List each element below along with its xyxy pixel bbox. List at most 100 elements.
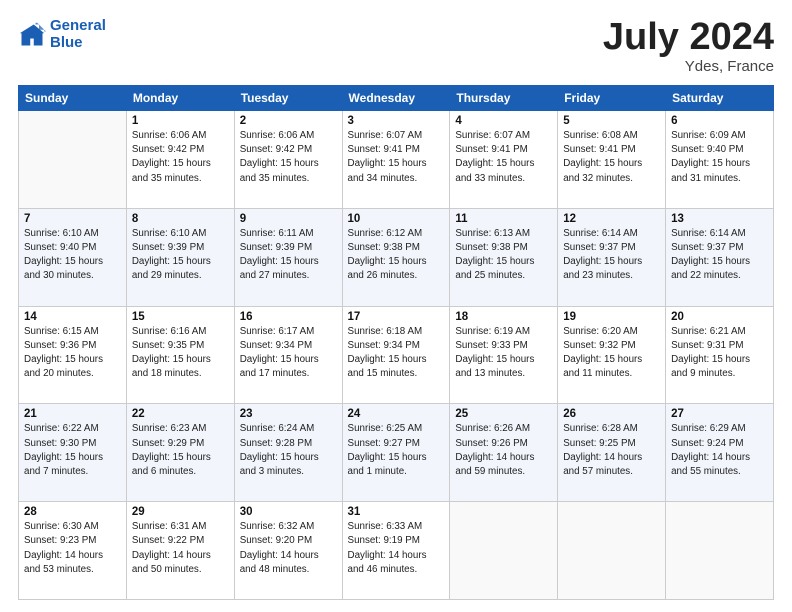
table-row: 23 Sunrise: 6:24 AM Sunset: 9:28 PM Dayli… bbox=[234, 404, 342, 502]
logo-icon bbox=[18, 21, 46, 49]
header: General Blue July 2024 Ydes, France bbox=[18, 18, 774, 75]
day-number: 21 bbox=[24, 408, 121, 420]
table-row: 26 Sunrise: 6:28 AM Sunset: 9:25 PM Dayli… bbox=[558, 404, 666, 502]
day-info: Sunrise: 6:07 AM Sunset: 9:41 PM Dayligh… bbox=[348, 129, 445, 186]
day-number: 7 bbox=[24, 213, 121, 225]
day-number: 5 bbox=[563, 115, 660, 127]
table-row: 31 Sunrise: 6:33 AM Sunset: 9:19 PM Dayli… bbox=[342, 502, 450, 600]
day-number: 25 bbox=[455, 408, 552, 420]
day-number: 3 bbox=[348, 115, 445, 127]
table-row: 13 Sunrise: 6:14 AM Sunset: 9:37 PM Dayli… bbox=[666, 208, 774, 306]
col-wednesday: Wednesday bbox=[342, 86, 450, 111]
day-info: Sunrise: 6:11 AM Sunset: 9:39 PM Dayligh… bbox=[240, 227, 337, 284]
day-info: Sunrise: 6:06 AM Sunset: 9:42 PM Dayligh… bbox=[240, 129, 337, 186]
day-info: Sunrise: 6:09 AM Sunset: 9:40 PM Dayligh… bbox=[671, 129, 768, 186]
day-info: Sunrise: 6:21 AM Sunset: 9:31 PM Dayligh… bbox=[671, 325, 768, 382]
day-number: 31 bbox=[348, 506, 445, 518]
day-info: Sunrise: 6:10 AM Sunset: 9:39 PM Dayligh… bbox=[132, 227, 229, 284]
table-row: 24 Sunrise: 6:25 AM Sunset: 9:27 PM Dayli… bbox=[342, 404, 450, 502]
day-number: 1 bbox=[132, 115, 229, 127]
day-number: 27 bbox=[671, 408, 768, 420]
day-info: Sunrise: 6:10 AM Sunset: 9:40 PM Dayligh… bbox=[24, 227, 121, 284]
table-row: 15Sunrise: 6:16 AM Sunset: 9:35 PM Dayli… bbox=[126, 306, 234, 404]
table-row: 3 Sunrise: 6:07 AM Sunset: 9:41 PM Daylig… bbox=[342, 111, 450, 209]
col-monday: Monday bbox=[126, 86, 234, 111]
day-number: 9 bbox=[240, 213, 337, 225]
table-row: 11 Sunrise: 6:13 AM Sunset: 9:38 PM Dayli… bbox=[450, 208, 558, 306]
day-info: Sunrise: 6:31 AM Sunset: 9:22 PM Dayligh… bbox=[132, 520, 229, 577]
table-row: 10Sunrise: 6:12 AM Sunset: 9:38 PM Dayli… bbox=[342, 208, 450, 306]
day-info: Sunrise: 6:28 AM Sunset: 9:25 PM Dayligh… bbox=[563, 422, 660, 479]
table-row: 19 Sunrise: 6:20 AM Sunset: 9:32 PM Dayli… bbox=[558, 306, 666, 404]
day-info: Sunrise: 6:13 AM Sunset: 9:38 PM Dayligh… bbox=[455, 227, 552, 284]
col-saturday: Saturday bbox=[666, 86, 774, 111]
table-row: 27 Sunrise: 6:29 AM Sunset: 9:24 PM Dayli… bbox=[666, 404, 774, 502]
table-row bbox=[19, 111, 127, 209]
calendar-table: Sunday Monday Tuesday Wednesday Thursday… bbox=[18, 85, 774, 600]
day-number: 13 bbox=[671, 213, 768, 225]
table-row: 30 Sunrise: 6:32 AM Sunset: 9:20 PM Dayli… bbox=[234, 502, 342, 600]
day-number: 20 bbox=[671, 311, 768, 323]
calendar-header-row: Sunday Monday Tuesday Wednesday Thursday… bbox=[19, 86, 774, 111]
table-row: 7 Sunrise: 6:10 AM Sunset: 9:40 PM Daylig… bbox=[19, 208, 127, 306]
table-row: 4 Sunrise: 6:07 AM Sunset: 9:41 PM Daylig… bbox=[450, 111, 558, 209]
day-number: 11 bbox=[455, 213, 552, 225]
day-number: 29 bbox=[132, 506, 229, 518]
day-number: 6 bbox=[671, 115, 768, 127]
day-number: 14 bbox=[24, 311, 121, 323]
table-row: 1 Sunrise: 6:06 AM Sunset: 9:42 PM Daylig… bbox=[126, 111, 234, 209]
table-row bbox=[450, 502, 558, 600]
day-info: Sunrise: 6:14 AM Sunset: 9:37 PM Dayligh… bbox=[671, 227, 768, 284]
day-info: Sunrise: 6:25 AM Sunset: 9:27 PM Dayligh… bbox=[348, 422, 445, 479]
day-info: Sunrise: 6:18 AM Sunset: 9:34 PM Dayligh… bbox=[348, 325, 445, 382]
title-month: July 2024 bbox=[603, 18, 774, 56]
table-row bbox=[558, 502, 666, 600]
table-row: 12 Sunrise: 6:14 AM Sunset: 9:37 PM Dayli… bbox=[558, 208, 666, 306]
title-block: July 2024 Ydes, France bbox=[603, 18, 774, 75]
table-row: 20 Sunrise: 6:21 AM Sunset: 9:31 PM Dayli… bbox=[666, 306, 774, 404]
day-info: Sunrise: 6:32 AM Sunset: 9:20 PM Dayligh… bbox=[240, 520, 337, 577]
day-info: Sunrise: 6:26 AM Sunset: 9:26 PM Dayligh… bbox=[455, 422, 552, 479]
day-info: Sunrise: 6:17 AM Sunset: 9:34 PM Dayligh… bbox=[240, 325, 337, 382]
day-number: 24 bbox=[348, 408, 445, 420]
page: General Blue July 2024 Ydes, France Sund… bbox=[0, 0, 792, 612]
table-row: 18 Sunrise: 6:19 AM Sunset: 9:33 PM Dayli… bbox=[450, 306, 558, 404]
table-row: 5Sunrise: 6:08 AM Sunset: 9:41 PM Daylig… bbox=[558, 111, 666, 209]
day-number: 4 bbox=[455, 115, 552, 127]
table-row: 29 Sunrise: 6:31 AM Sunset: 9:22 PM Dayli… bbox=[126, 502, 234, 600]
table-row: 17 Sunrise: 6:18 AM Sunset: 9:34 PM Dayli… bbox=[342, 306, 450, 404]
table-row: 9 Sunrise: 6:11 AM Sunset: 9:39 PM Daylig… bbox=[234, 208, 342, 306]
day-number: 17 bbox=[348, 311, 445, 323]
day-info: Sunrise: 6:29 AM Sunset: 9:24 PM Dayligh… bbox=[671, 422, 768, 479]
day-info: Sunrise: 6:33 AM Sunset: 9:19 PM Dayligh… bbox=[348, 520, 445, 577]
table-row: 2Sunrise: 6:06 AM Sunset: 9:42 PM Daylig… bbox=[234, 111, 342, 209]
day-number: 26 bbox=[563, 408, 660, 420]
day-number: 16 bbox=[240, 311, 337, 323]
table-row: 22 Sunrise: 6:23 AM Sunset: 9:29 PM Dayli… bbox=[126, 404, 234, 502]
table-row bbox=[666, 502, 774, 600]
day-number: 12 bbox=[563, 213, 660, 225]
day-number: 15 bbox=[132, 311, 229, 323]
table-row: 14 Sunrise: 6:15 AM Sunset: 9:36 PM Dayli… bbox=[19, 306, 127, 404]
table-row: 8Sunrise: 6:10 AM Sunset: 9:39 PM Daylig… bbox=[126, 208, 234, 306]
logo-text: General Blue bbox=[50, 18, 106, 51]
day-number: 30 bbox=[240, 506, 337, 518]
table-row: 16 Sunrise: 6:17 AM Sunset: 9:34 PM Dayli… bbox=[234, 306, 342, 404]
day-number: 23 bbox=[240, 408, 337, 420]
col-friday: Friday bbox=[558, 86, 666, 111]
col-thursday: Thursday bbox=[450, 86, 558, 111]
day-info: Sunrise: 6:24 AM Sunset: 9:28 PM Dayligh… bbox=[240, 422, 337, 479]
day-info: Sunrise: 6:06 AM Sunset: 9:42 PM Dayligh… bbox=[132, 129, 229, 186]
day-info: Sunrise: 6:12 AM Sunset: 9:38 PM Dayligh… bbox=[348, 227, 445, 284]
day-number: 18 bbox=[455, 311, 552, 323]
day-info: Sunrise: 6:14 AM Sunset: 9:37 PM Dayligh… bbox=[563, 227, 660, 284]
day-info: Sunrise: 6:07 AM Sunset: 9:41 PM Dayligh… bbox=[455, 129, 552, 186]
day-number: 22 bbox=[132, 408, 229, 420]
day-info: Sunrise: 6:23 AM Sunset: 9:29 PM Dayligh… bbox=[132, 422, 229, 479]
logo: General Blue bbox=[18, 18, 106, 51]
day-info: Sunrise: 6:19 AM Sunset: 9:33 PM Dayligh… bbox=[455, 325, 552, 382]
title-location: Ydes, France bbox=[603, 58, 774, 75]
day-number: 19 bbox=[563, 311, 660, 323]
day-info: Sunrise: 6:15 AM Sunset: 9:36 PM Dayligh… bbox=[24, 325, 121, 382]
day-info: Sunrise: 6:20 AM Sunset: 9:32 PM Dayligh… bbox=[563, 325, 660, 382]
